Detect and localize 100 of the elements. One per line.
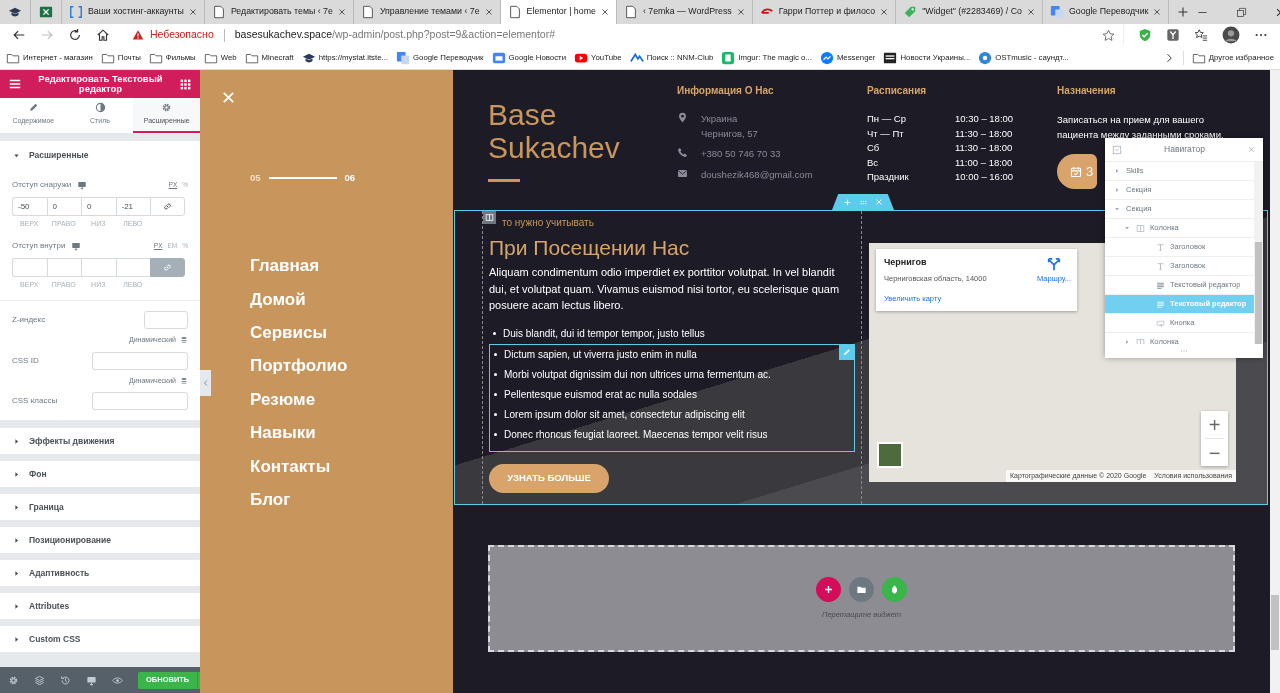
logo-underline [488,179,520,182]
progress-line [268,177,337,180]
padding-field[interactable] [115,257,150,277]
grid-icon[interactable] [179,77,192,91]
schedule-hours: 11:30 – 18:00 [955,126,1013,141]
close-icon[interactable] [1026,8,1035,16]
close-icon[interactable] [880,8,889,16]
padding-field[interactable] [12,257,47,277]
link-button[interactable] [150,257,185,277]
layers-icon[interactable] [34,674,45,686]
caret-icon [12,502,21,512]
schedule-hours: 10:30 – 18:00 [955,112,1014,126]
margin-field[interactable]: 0 [46,197,81,216]
close-icon[interactable] [188,8,197,16]
database-icon[interactable] [180,376,188,385]
home-icon[interactable] [96,28,110,42]
css-id-field[interactable] [92,351,188,370]
field-label: Отступ внутри [12,239,66,252]
column-handle[interactable] [483,211,496,224]
new-tab-icon[interactable] [1177,6,1190,18]
caret-icon[interactable] [1113,186,1121,194]
scrollbar-thumb[interactable] [1271,595,1279,650]
section-header[interactable]: Позиционирование [0,527,200,553]
caret-icon[interactable] [1113,205,1121,213]
schedule-day: Вс [867,155,955,170]
close-icon[interactable] [484,8,493,16]
caret-icon [12,436,21,446]
kit-button[interactable] [882,576,907,602]
shield-icon[interactable] [1138,28,1152,42]
margin-field[interactable]: 0 [81,197,116,216]
monitor-icon[interactable] [86,674,97,686]
page-icon [360,5,375,19]
menu-icon[interactable] [8,77,22,91]
section-header[interactable]: Custom CSS [0,626,200,652]
bullet-icon [493,332,496,336]
back-icon[interactable] [12,28,26,42]
close-icon[interactable] [736,8,745,16]
navigator-title: Навигатор [1164,143,1205,156]
close-icon[interactable] [337,8,346,16]
bullet-icon [494,433,497,437]
caret-icon [12,535,21,545]
extension-icon[interactable] [1166,28,1180,42]
slide-number: 05 [250,171,261,185]
close-icon[interactable] [600,8,609,16]
browser-tab[interactable]: Elementor | home [500,0,617,24]
caret-icon [12,568,21,578]
scrollbar-thumb[interactable] [1255,242,1262,344]
padding-field[interactable] [81,257,116,277]
template-button[interactable] [849,576,874,602]
restore-icon[interactable] [1236,6,1248,18]
avatar-icon[interactable] [1222,26,1240,44]
site-logo[interactable]: Base Sukachev [488,98,638,164]
margin-field[interactable]: -21 [115,197,150,216]
section-header[interactable]: Фон [0,461,200,487]
graduation-cap-icon [8,5,22,19]
field-label: CSS ID [12,354,39,367]
z-index-field[interactable] [144,311,188,329]
page-icon [623,5,638,19]
envelope-icon [677,168,688,180]
bullet-icon [494,413,497,417]
section-header[interactable]: Адаптивность [0,560,200,586]
section-heading: При Посещении Нас [489,235,691,261]
margin-field[interactable]: -50 [12,197,47,216]
pencil-icon [27,102,39,114]
preview-icon[interactable] [112,674,123,686]
bullet-icon [494,393,497,397]
database-icon[interactable] [180,336,188,345]
list-item: Pellentesque euismod erat ac nulla sodales [504,388,697,403]
disc-icon [978,50,993,65]
monitor-icon[interactable] [71,240,82,251]
css-classes-field[interactable] [92,392,188,410]
caret-icon[interactable] [1123,338,1131,344]
collapse-handle[interactable] [200,370,211,396]
star-icon[interactable] [1102,28,1115,42]
monitor-icon[interactable] [77,180,88,190]
section-header[interactable]: Эффекты движения [0,428,200,454]
zoom-in-button[interactable]: + [1201,411,1228,438]
zoom-out-button[interactable]: − [1201,439,1228,466]
newspaper-icon [883,50,898,65]
section-header[interactable]: Граница [0,494,200,520]
favorites-icon[interactable] [1194,28,1208,42]
column-title: Назначения [1057,84,1117,98]
satellite-thumbnail[interactable] [877,442,903,468]
caret-icon[interactable] [1123,224,1131,232]
page-icon [507,5,522,19]
translate-icon [396,50,410,65]
history-icon[interactable] [60,674,71,686]
caret-icon[interactable] [1113,167,1121,175]
edit-button[interactable] [839,343,855,360]
place-name: Чернигов [884,256,927,269]
settings-icon[interactable] [8,674,19,686]
padding-field[interactable] [46,257,81,277]
section-header[interactable]: Attributes [0,593,200,619]
column-title: Информация О Нас [677,84,775,98]
schedule-day: Пн — Ср [867,112,955,127]
news-icon [491,50,506,65]
column-icon [1136,223,1145,233]
reload-icon[interactable] [68,28,82,42]
schedule-hours: 10:00 – 16:00 [955,170,1014,184]
close-icon[interactable] [1153,8,1162,16]
